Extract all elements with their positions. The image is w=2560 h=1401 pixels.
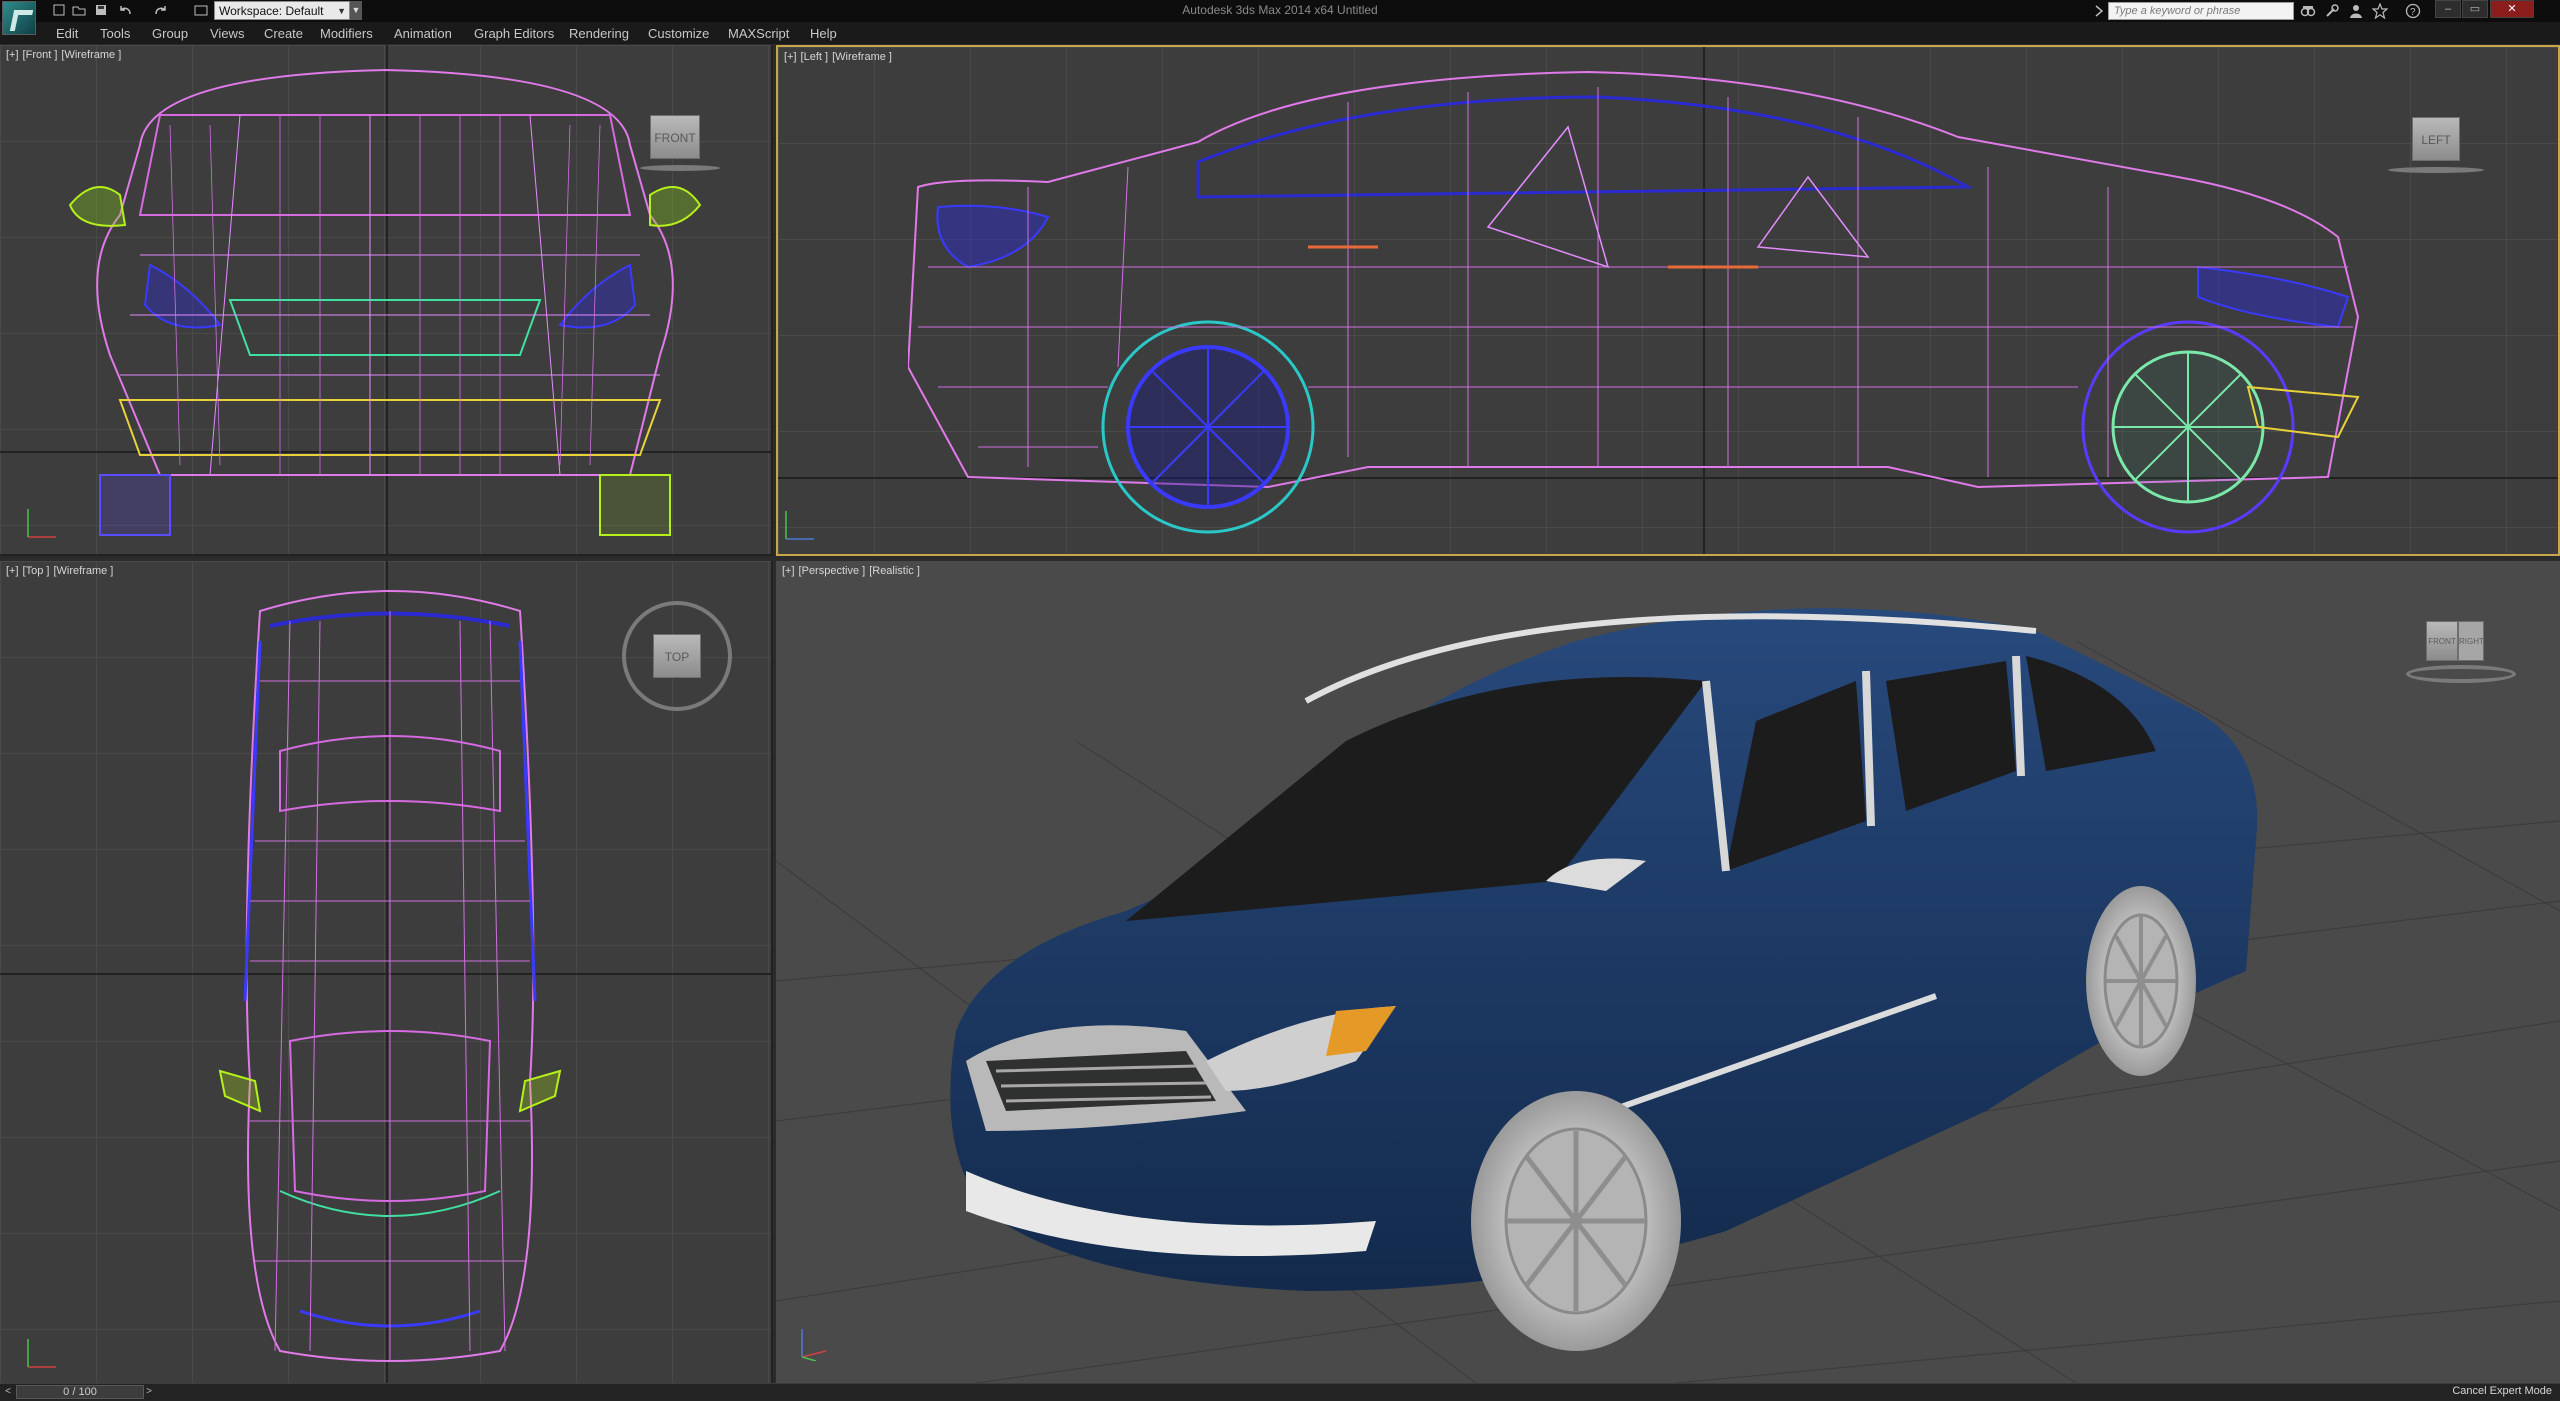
viewcube-face-front[interactable]: FRONT (650, 115, 700, 159)
viewport-left[interactable]: [+] [Left ] [Wireframe ] LEFT (776, 45, 2560, 556)
viewport-label[interactable]: [+] [Perspective ] [Realistic ] (782, 565, 924, 577)
viewcube-ring[interactable] (2406, 665, 2516, 683)
help-icon[interactable]: ? (2405, 3, 2421, 19)
menu-group[interactable]: Group (152, 26, 188, 41)
undo-icon[interactable] (116, 3, 134, 18)
menu-modifiers[interactable]: Modifiers (320, 26, 373, 41)
viewport-perspective[interactable]: [+] [Perspective ] [Realistic ] FRONT RI… (776, 561, 2560, 1383)
viewport-shading-mode[interactable]: [Realistic ] (869, 565, 920, 577)
svg-text:?: ? (2410, 7, 2416, 18)
viewport-point-of-view[interactable]: [Left ] (801, 51, 829, 63)
viewport-plus-menu[interactable]: [+] (6, 49, 19, 61)
viewport-front[interactable]: [+] [Front ] [Wireframe ] FRONT (0, 45, 773, 556)
viewcube-face-right[interactable]: RIGHT (2458, 621, 2484, 661)
viewport-label[interactable]: [+] [Left ] [Wireframe ] (784, 51, 896, 63)
restore-icon[interactable]: ▭ (2462, 0, 2488, 18)
menu-graph-editors[interactable]: Graph Editors (474, 26, 554, 41)
user-icon[interactable] (2348, 3, 2364, 19)
close-icon[interactable]: ✕ (2490, 0, 2534, 18)
menu-edit[interactable]: Edit (56, 26, 78, 41)
menu-bar: Edit Tools Group Views Create Modifiers … (0, 22, 2560, 44)
binoculars-icon[interactable] (2300, 3, 2316, 19)
new-file-icon[interactable] (50, 3, 68, 18)
axis-tripod-icon (801, 1329, 827, 1361)
menu-help[interactable]: Help (810, 26, 837, 41)
viewport-shading-mode[interactable]: [Wireframe ] (61, 49, 121, 61)
menu-views[interactable]: Views (210, 26, 244, 41)
viewcube-face-top[interactable]: TOP (653, 634, 701, 678)
search-input[interactable]: Type a keyword or phrase (2108, 2, 2294, 20)
viewcube-face-left[interactable]: LEFT (2412, 117, 2460, 161)
chevron-down-icon: ▼ (337, 6, 346, 16)
cancel-expert-mode-button[interactable]: Cancel Expert Mode (2452, 1385, 2552, 1397)
minimize-icon[interactable]: – (2435, 0, 2461, 18)
workspace-dropdown[interactable]: Workspace: Default ▼ (214, 1, 350, 20)
star-icon[interactable] (2371, 2, 2389, 20)
workspace-menu-arrow[interactable]: ▼ (350, 1, 362, 20)
viewport-plus-menu[interactable]: [+] (782, 565, 795, 577)
viewport-point-of-view[interactable]: [Top ] (23, 565, 50, 577)
car-front-wireframe (68, 68, 702, 536)
viewport-label[interactable]: [+] [Top ] [Wireframe ] (6, 565, 117, 577)
viewcube-ring[interactable] (640, 165, 720, 171)
project-folder-icon[interactable] (192, 3, 210, 18)
time-slider-prev-button[interactable]: < (1, 1385, 15, 1399)
menu-rendering[interactable]: Rendering (569, 26, 629, 41)
menu-customize[interactable]: Customize (648, 26, 709, 41)
viewport-shading-mode[interactable]: [Wireframe ] (832, 51, 892, 63)
viewport-shading-mode[interactable]: [Wireframe ] (53, 565, 113, 577)
viewport-point-of-view[interactable]: [Front ] (23, 49, 58, 61)
viewport-point-of-view[interactable]: [Perspective ] (799, 565, 866, 577)
menu-maxscript[interactable]: MAXScript (728, 26, 789, 41)
time-slider-next-button[interactable]: > (142, 1385, 156, 1399)
title-bar: Workspace: Default ▼ ▼ Autodesk 3ds Max … (0, 0, 2560, 35)
save-icon[interactable] (92, 3, 110, 18)
car-side-wireframe (908, 70, 2360, 534)
viewport-top[interactable]: [+] [Top ] [Wireframe ] TOP (0, 561, 773, 1383)
menu-animation[interactable]: Animation (394, 26, 452, 41)
workspace-label: Workspace: Default (219, 4, 324, 18)
viewcube-face-front[interactable]: FRONT (2426, 621, 2458, 661)
axis-tripod-icon (785, 511, 814, 540)
open-file-icon[interactable] (70, 3, 88, 18)
viewcube-ring[interactable] (2388, 167, 2484, 173)
viewport-label[interactable]: [+] [Front ] [Wireframe ] (6, 49, 125, 61)
app-logo-icon[interactable] (2, 1, 36, 35)
axis-tripod-icon (27, 509, 56, 538)
car-top-wireframe (218, 590, 562, 1362)
menu-tools[interactable]: Tools (100, 26, 130, 41)
time-slider[interactable]: 0 / 100 (16, 1385, 144, 1399)
tools-icon[interactable] (2324, 3, 2340, 19)
status-bar: < 0 / 100 > Cancel Expert Mode (0, 1383, 2560, 1401)
axis-tripod-icon (27, 1339, 56, 1368)
viewport-plus-menu[interactable]: [+] (784, 51, 797, 63)
viewport-plus-menu[interactable]: [+] (6, 565, 19, 577)
redo-icon[interactable] (152, 3, 170, 18)
car-realistic-render (950, 608, 2258, 1351)
menu-create[interactable]: Create (264, 26, 303, 41)
